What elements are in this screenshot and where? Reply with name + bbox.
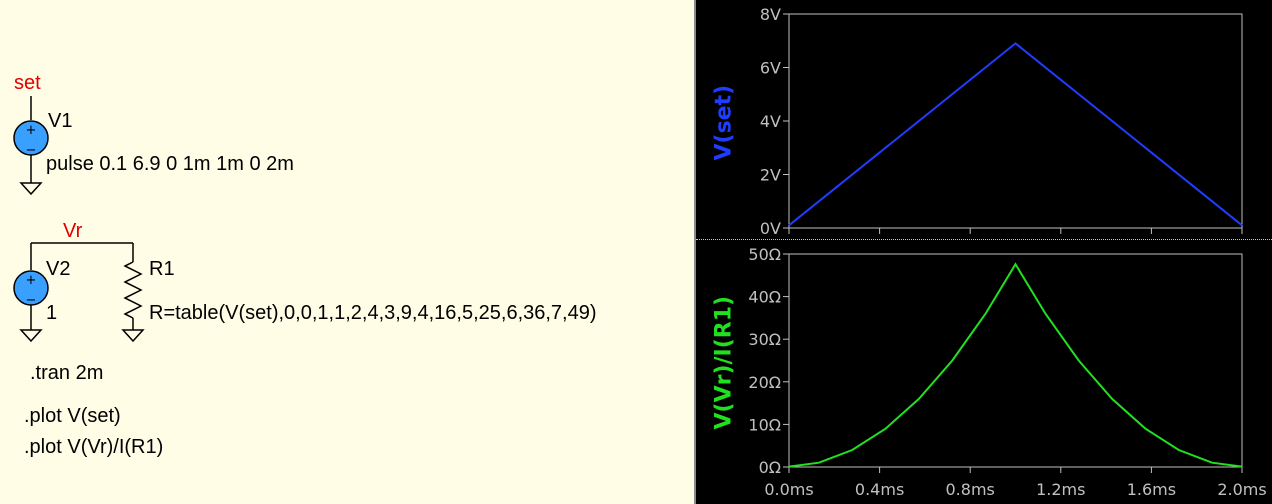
x-tick-label-res: 1.2ms xyxy=(1036,480,1085,499)
schematic-editor[interactable]: + − + − set V1 pulse 0.1 6.9 0 1m 1m 0 2… xyxy=(0,0,694,504)
svg-text:+: + xyxy=(26,123,37,138)
trace-vset xyxy=(788,42,1243,227)
r1-name-label[interactable]: R1 xyxy=(149,259,175,279)
net-label-vr[interactable]: Vr xyxy=(63,221,82,241)
plot-frame-res xyxy=(788,253,1243,468)
v1-ground-symbol xyxy=(19,182,43,196)
y-tick-label-vset: 2V xyxy=(760,166,781,185)
y-tick-label-vset: 6V xyxy=(760,59,781,78)
x-tick-label-res: 1.6ms xyxy=(1127,480,1176,499)
r1-value-label[interactable]: R=table(V(set),0,0,1,1,2,4,3,9,4,16,5,25… xyxy=(149,303,597,323)
y-tick-label-res: 30Ω xyxy=(748,330,781,349)
y-tick-label-res: 0Ω xyxy=(759,458,781,477)
y-tick-label-res: 40Ω xyxy=(748,288,781,307)
v1-value-label[interactable]: pulse 0.1 6.9 0 1m 1m 0 2m xyxy=(46,154,294,174)
tran-directive[interactable]: .tran 2m xyxy=(30,363,103,383)
waveform-viewer[interactable]: 0V 2V 4V 6V 8V 0Ω 10Ω 20Ω 30Ω 40Ω 50Ω 0.0ms 0.4ms 0.8… xyxy=(696,0,1272,504)
schematic-wires: + − + − xyxy=(13,96,145,343)
x-tick-label-res: 0.4ms xyxy=(855,480,904,499)
r1-resistor-symbol[interactable] xyxy=(123,261,143,319)
v2-ground-symbol xyxy=(19,329,43,343)
x-tick-label-res: 0.8ms xyxy=(946,480,995,499)
y-tick-label-res: 50Ω xyxy=(748,245,781,264)
v1-name-label[interactable]: V1 xyxy=(48,111,72,131)
x-tick-label-res: 2.0ms xyxy=(1217,480,1266,499)
v2-value-label[interactable]: 1 xyxy=(46,303,57,323)
trace-label-v-set[interactable]: V(set) xyxy=(712,81,737,161)
y-tick-label-vset: 0V xyxy=(760,219,781,238)
net-label-set[interactable]: set xyxy=(14,73,41,93)
y-tick-label-vset: 8V xyxy=(760,5,781,24)
x-tick-label-res: 0.0ms xyxy=(764,480,813,499)
plot-directive-2[interactable]: .plot V(Vr)/I(R1) xyxy=(24,437,163,457)
trace-res xyxy=(788,262,1243,468)
v2-name-label[interactable]: V2 xyxy=(46,259,70,279)
y-tick-label-res: 20Ω xyxy=(748,373,781,392)
plot-frame-vset xyxy=(788,13,1243,229)
y-tick-label-vset: 4V xyxy=(760,112,781,131)
trace-label-v-vr-over-i-r1[interactable]: V(Vr)/I(R1) xyxy=(712,292,737,430)
plot-directive-1[interactable]: .plot V(set) xyxy=(24,406,121,426)
svg-text:+: + xyxy=(26,273,37,288)
r1-ground-symbol xyxy=(121,329,145,343)
y-tick-label-res: 10Ω xyxy=(748,415,781,434)
waveform-canvas: 0V 2V 4V 6V 8V 0Ω 10Ω 20Ω 30Ω 40Ω 50Ω 0.0ms 0.4ms 0.8… xyxy=(748,5,1266,499)
plot-pane-separator[interactable] xyxy=(696,239,1272,240)
